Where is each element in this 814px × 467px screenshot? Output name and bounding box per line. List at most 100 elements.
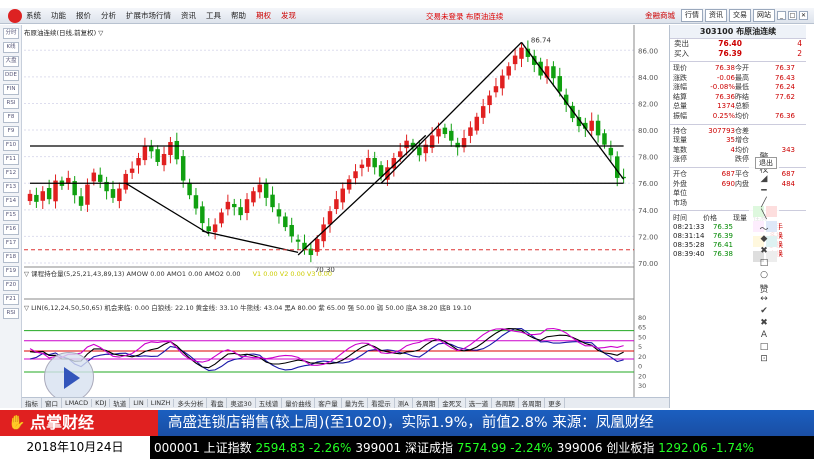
indicator-tab-0[interactable]: 指标 <box>22 398 42 408</box>
indicator-tab-15[interactable]: 测A <box>395 398 413 408</box>
draw-tool-5-icon[interactable]: ╲ <box>749 210 779 222</box>
indicator-tab-7[interactable]: 多头分析 <box>174 398 208 408</box>
menu-item-8[interactable]: 期权 <box>256 11 271 20</box>
indicator-tab-14[interactable]: 看提示 <box>368 398 395 408</box>
indicator-tab-3[interactable]: KDJ <box>92 399 111 407</box>
video-play-button[interactable] <box>44 352 94 402</box>
quote-cell: -0.08% <box>710 83 735 92</box>
left-tool-16[interactable]: F18 <box>3 252 19 263</box>
indicator-tab-5[interactable]: LIN <box>130 399 148 407</box>
indicator-tab-9[interactable]: 奥运30 <box>227 398 256 408</box>
draw-tool-13-icon[interactable]: ✔ <box>749 306 779 318</box>
candle-body <box>417 147 422 156</box>
maximize-icon[interactable]: □ <box>788 11 797 20</box>
indicator-tab-19[interactable]: 各周期 <box>492 398 519 408</box>
left-tool-8[interactable]: F10 <box>3 140 19 151</box>
quote-cell: 76.43 <box>774 73 795 82</box>
draw-tool-12-icon[interactable]: ↔ <box>749 294 779 306</box>
menu-item-6[interactable]: 工具 <box>206 11 221 20</box>
candle-body <box>500 75 505 89</box>
exit-button[interactable]: 退出 <box>755 157 777 169</box>
quote-cell: 今开 <box>735 64 749 72</box>
top-button-2[interactable]: 交易 <box>729 9 751 22</box>
volume-legend-extra: V1 0.00 V2 0.00 V3 0.00 <box>252 270 333 278</box>
mall-link[interactable]: 金融商城 <box>645 10 675 21</box>
indicator-tab-10[interactable]: 五线谱 <box>256 398 283 408</box>
kline-chart[interactable]: 86.00 84.00 82.00 80.00 78.00 76.00 74.00 72.00… <box>22 25 669 397</box>
top-button-1[interactable]: 资讯 <box>705 9 727 22</box>
left-tool-6[interactable]: F8 <box>3 112 19 123</box>
price-tick-label: 82.00 <box>638 100 658 108</box>
left-tool-11[interactable]: F13 <box>3 182 19 193</box>
left-tool-13[interactable]: F15 <box>3 210 19 221</box>
indicator-tab-8[interactable]: 看盘 <box>207 398 228 408</box>
candle-body <box>334 199 339 210</box>
indicator-tab-6[interactable]: LINZH <box>148 399 175 407</box>
left-tool-5[interactable]: RSI <box>3 98 19 109</box>
ticker-change: -2.26% <box>308 441 352 455</box>
indicator-tab-11[interactable]: 量价曲线 <box>282 398 316 408</box>
left-tool-2[interactable]: 大盘 <box>3 56 19 67</box>
draw-tool-16-icon[interactable]: □ <box>749 342 779 354</box>
open-cell: 外盘 <box>673 179 687 188</box>
left-tool-4[interactable]: FIN <box>3 84 19 95</box>
price-tick-label: 84.00 <box>638 74 658 82</box>
top-button-3[interactable]: 网站 <box>753 9 775 22</box>
draw-tool-11-icon[interactable]: 赞 <box>749 282 779 295</box>
top-button-0[interactable]: 行情 <box>681 9 703 22</box>
news-headline: 高盛连锁店销售(较上周)(至1020)，实际1.9%，前值2.8% 来源：凤凰财… <box>168 415 654 431</box>
draw-tool-7-icon[interactable]: ◆ <box>749 234 779 246</box>
draw-tool-6-icon[interactable]: 〜 <box>749 222 779 235</box>
indicator-tab-17[interactable]: 金死叉 <box>439 398 466 408</box>
drawing-toolbox[interactable]: 警校◢━╱╲〜◆✖□○赞↔✔✖A□⊡ <box>749 150 779 380</box>
draw-tool-2-icon[interactable]: ◢ <box>749 174 779 186</box>
bid-label: 买入 <box>674 49 689 58</box>
indicator-tab-21[interactable]: 更多 <box>545 398 566 408</box>
left-tool-3[interactable]: DDE <box>3 70 19 81</box>
menu-item-4[interactable]: 扩展市场行情 <box>126 11 171 20</box>
quote-row-0: 现价 76.38 今开 76.37 <box>670 64 806 74</box>
menu-item-5[interactable]: 资讯 <box>181 11 196 20</box>
draw-tool-4-icon[interactable]: ╱ <box>749 198 779 210</box>
draw-tool-17-icon[interactable]: ⊡ <box>749 354 779 366</box>
indicator-tab-16[interactable]: 各周期 <box>413 398 440 408</box>
left-tool-9[interactable]: F11 <box>3 154 19 165</box>
left-tool-20[interactable]: RSI <box>3 308 19 319</box>
candle-body <box>27 193 33 202</box>
draw-tool-15-icon[interactable]: A <box>749 330 779 342</box>
indicator-tab-13[interactable]: 量为先 <box>342 398 369 408</box>
draw-tool-9-icon[interactable]: □ <box>749 258 779 270</box>
left-tool-7[interactable]: F9 <box>3 126 19 137</box>
indicator-tab-1[interactable]: 窗口 <box>42 398 62 408</box>
candle-body <box>91 172 97 182</box>
indicator-tab-4[interactable]: 轨道 <box>110 398 131 408</box>
menu-item-0[interactable]: 系统 <box>26 11 41 20</box>
close-icon[interactable]: ✕ <box>799 11 808 20</box>
indicator-tab-18[interactable]: 选一道 <box>466 398 493 408</box>
indicator-tab-12[interactable]: 客户量 <box>315 398 342 408</box>
left-tool-14[interactable]: F16 <box>3 224 19 235</box>
left-tool-0[interactable]: 分时 <box>3 28 19 39</box>
left-tool-18[interactable]: F20 <box>3 280 19 291</box>
draw-tool-3-icon[interactable]: ━ <box>749 186 779 198</box>
bid-volume: 2 <box>797 49 802 58</box>
trade-cell: 08:39:40 <box>673 250 705 259</box>
left-tool-15[interactable]: F17 <box>3 238 19 249</box>
left-tool-1[interactable]: K线 <box>3 42 19 53</box>
indicator-tab-20[interactable]: 各周期 <box>519 398 546 408</box>
left-tool-19[interactable]: F21 <box>3 294 19 305</box>
menu-item-7[interactable]: 帮助 <box>231 11 246 20</box>
left-tool-17[interactable]: F19 <box>3 266 19 277</box>
minimize-icon[interactable]: _ <box>777 11 786 20</box>
draw-tool-8-icon[interactable]: ✖ <box>749 246 779 258</box>
menu-item-1[interactable]: 功能 <box>51 11 66 20</box>
left-tool-12[interactable]: F14 <box>3 196 19 207</box>
menu-item-3[interactable]: 分析 <box>101 11 116 20</box>
indicator-tab-2[interactable]: LMACD <box>62 399 93 407</box>
draw-tool-10-icon[interactable]: ○ <box>749 270 779 282</box>
draw-tool-14-icon[interactable]: ✖ <box>749 318 779 330</box>
menu-item-2[interactable]: 报价 <box>76 11 91 20</box>
left-tool-10[interactable]: F12 <box>3 168 19 179</box>
chart-area[interactable]: 86.00 84.00 82.00 80.00 78.00 76.00 74.00 72.00… <box>22 25 669 397</box>
menu-item-9[interactable]: 发现 <box>281 11 296 20</box>
